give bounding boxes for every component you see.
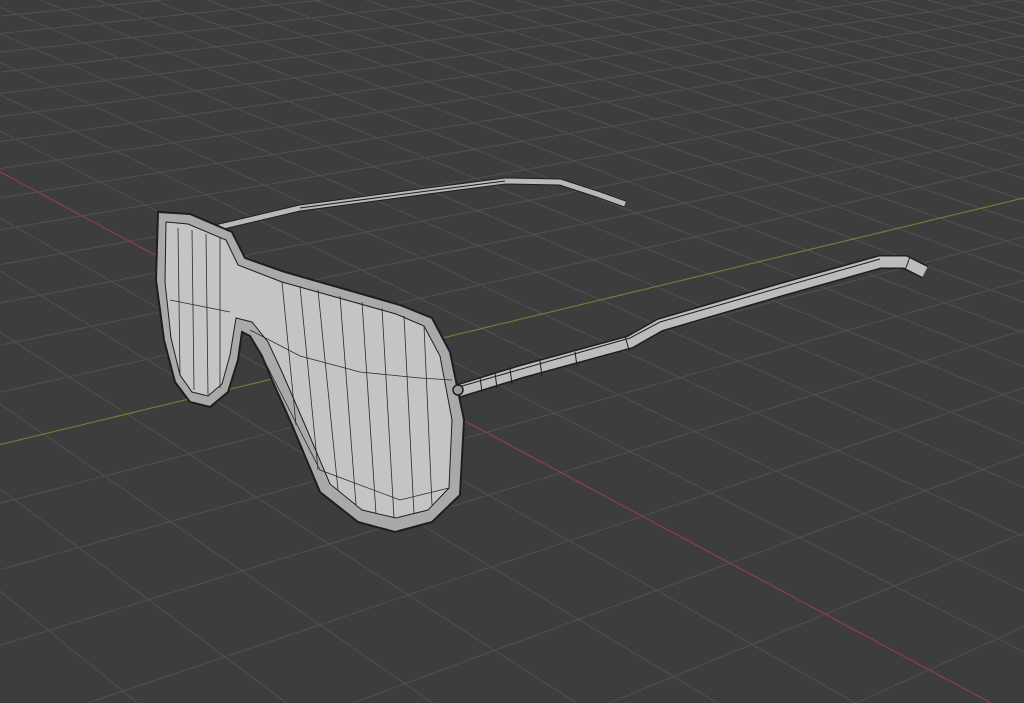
hinge-screw <box>452 384 464 396</box>
frame-front <box>154 210 466 534</box>
temple-back <box>214 177 627 232</box>
glasses-mesh[interactable] <box>0 0 1024 703</box>
3d-viewport[interactable] <box>0 0 1024 703</box>
temple-front <box>452 255 929 399</box>
